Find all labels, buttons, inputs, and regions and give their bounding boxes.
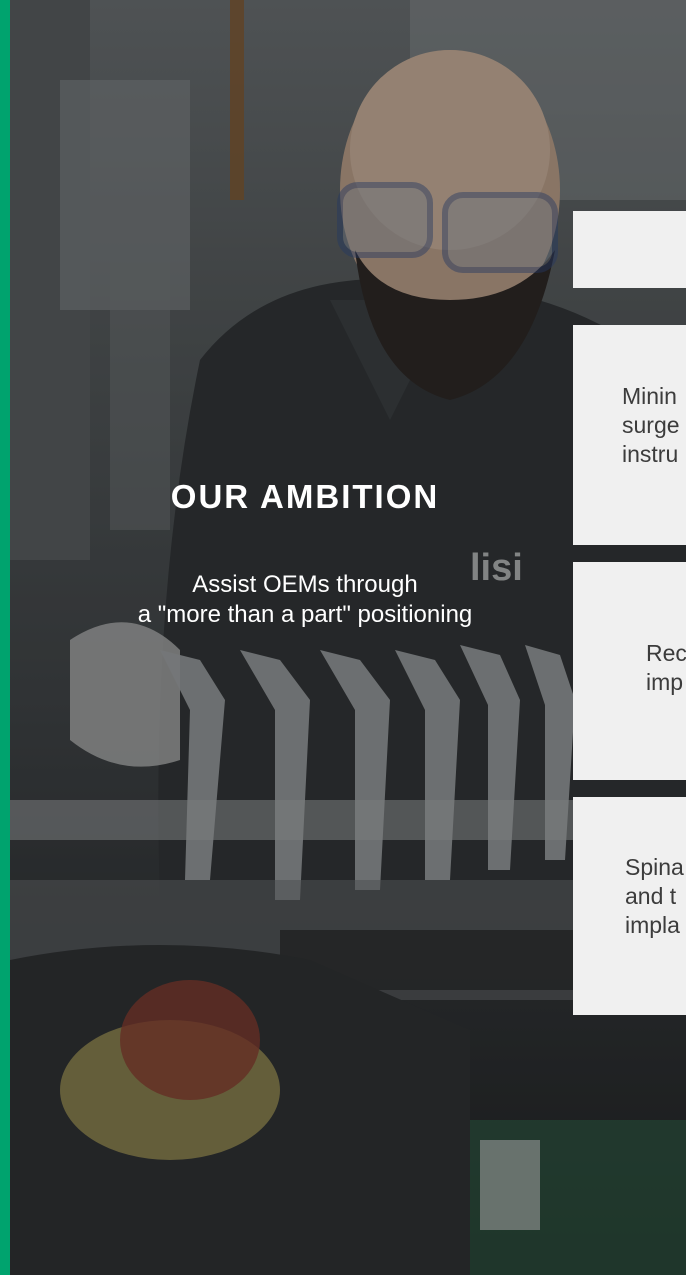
card-3-line-1: Spina (625, 854, 684, 880)
subtitle-line-1: Assist OEMs through (192, 571, 418, 598)
card-3-line-3: impla (625, 912, 680, 938)
section-subtitle: Assist OEMs through a "more than a part"… (100, 570, 510, 630)
card-1-line-1: Minin (622, 383, 677, 409)
ambition-section: lisi OUR AMBITION Assist OEMs through a … (0, 0, 686, 1275)
card-minimally-invasive[interactable]: Minin surge instru (573, 325, 686, 545)
card-3-line-2: and t (625, 883, 677, 909)
card-1-line-3: instru (622, 441, 679, 467)
card-header-partial (573, 211, 686, 288)
card-1-line-2: surge (622, 412, 680, 438)
card-2-line-1: Rec (646, 640, 686, 666)
card-2-line-2: imp (646, 669, 684, 695)
subtitle-line-2: a "more than a part" positioning (137, 601, 473, 628)
card-spinal-implants[interactable]: Spina and t impla (573, 797, 686, 1015)
section-title: OUR AMBITION (170, 478, 440, 515)
card-reconstructive-implants[interactable]: Rec imp (573, 562, 686, 780)
accent-bar (0, 0, 10, 1275)
